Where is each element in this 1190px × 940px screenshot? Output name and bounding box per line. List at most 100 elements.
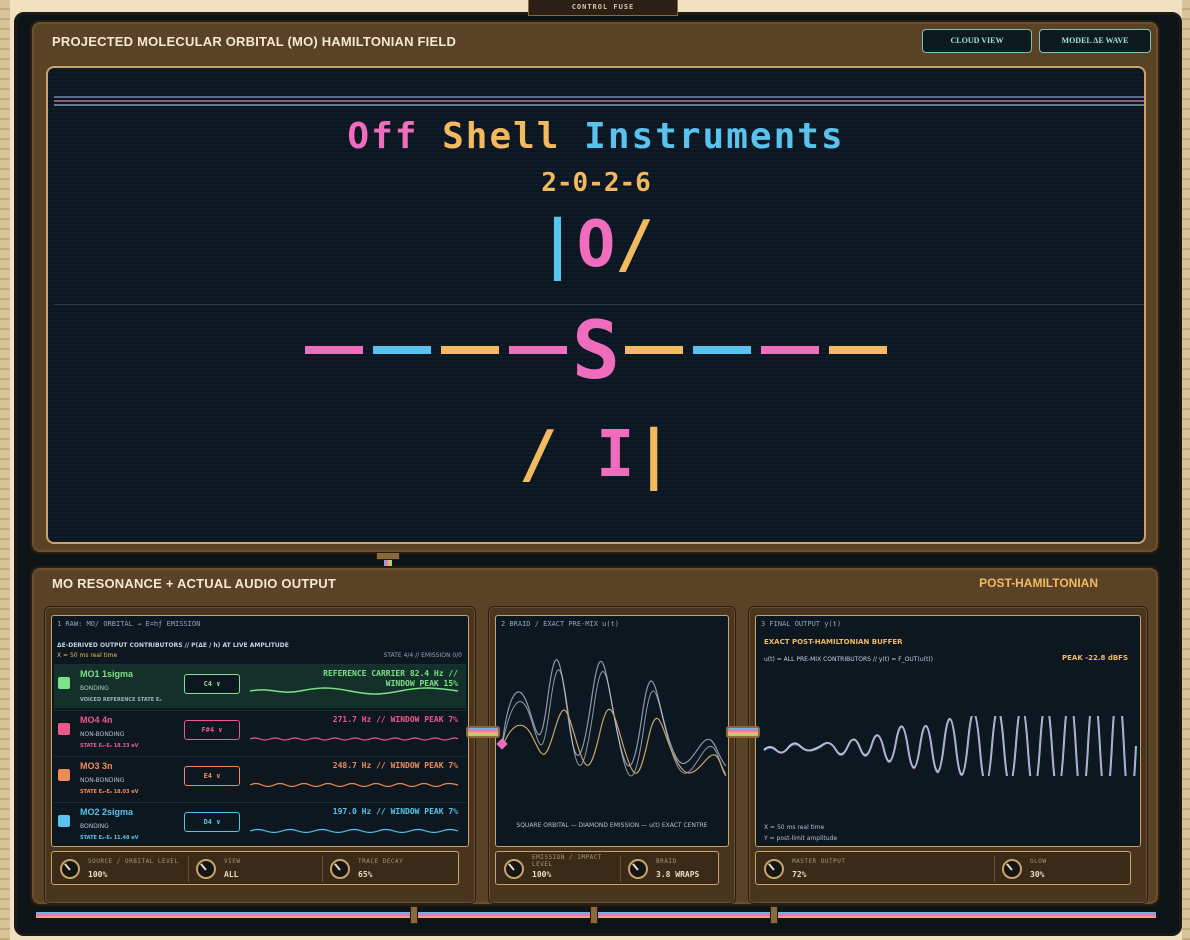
- mo1-info-line1: REFERENCE CARRIER 82.4 Hz //: [323, 669, 458, 678]
- mo2-waveform: [250, 828, 458, 834]
- braid-plot: [496, 659, 727, 777]
- stage-label: POST-HAMILTONIAN: [979, 576, 1098, 590]
- mo3-type: NON-BONDING: [80, 777, 125, 784]
- mo3-name: MO3 3n: [80, 761, 113, 771]
- source-level-knob[interactable]: [60, 859, 80, 879]
- orbital-row-mo3[interactable]: MO3 3n NON-BONDING STATE E₀-E₀ 18.03 eV …: [54, 756, 466, 800]
- mo4-info-line1: 271.7 Hz // WINDOW PEAK 7%: [332, 715, 458, 724]
- view-knob[interactable]: [196, 859, 216, 879]
- emission-level-knob[interactable]: [504, 859, 524, 879]
- logo-letter-s: S: [571, 304, 621, 397]
- dash-6: [693, 346, 752, 355]
- mo2-color-swatch[interactable]: [58, 815, 70, 827]
- mo1-note-select[interactable]: C4 ∨: [184, 674, 240, 694]
- logo-row-top: |O/: [48, 208, 1144, 282]
- output-formula: u(t) = ALL PRE-MIX CONTRIBUTORS // y(t) …: [764, 656, 933, 663]
- brand-word-1: Off: [347, 116, 419, 157]
- panel-title: MO RESONANCE + ACTUAL AUDIO OUTPUT: [52, 576, 337, 591]
- final-output-module: 3 FINAL OUTPUT y(t) EXACT POST-HAMILTONI…: [748, 606, 1148, 904]
- glow-value: 30%: [1030, 870, 1045, 879]
- logo-row-middle: S: [48, 304, 1144, 397]
- mo2-note-select[interactable]: D4 ∨: [184, 812, 240, 832]
- source-level-label: SOURCE / ORBITAL LEVEL: [88, 858, 179, 865]
- mo1-name: MO1 1sigma: [80, 669, 134, 679]
- mo1-info-line2: WINDOW PEAK 15%: [385, 679, 458, 688]
- master-output-value: 72%: [792, 870, 807, 879]
- year-text: 2-0-2-6: [541, 168, 651, 198]
- raw-emission-screen: 1 RAW: MO/ ORBITAL → E=hƒ EMISSION ΔE-DE…: [51, 615, 469, 847]
- dash-2: [372, 346, 431, 355]
- module3-controls: MASTER OUTPUT 72% GLOW 30%: [755, 851, 1131, 885]
- raw-emission-module: 1 RAW: MO/ ORBITAL → E=hƒ EMISSION ΔE-DE…: [44, 606, 476, 904]
- logo-bar-left: |: [538, 208, 577, 282]
- divider: [994, 856, 995, 882]
- mo3-color-swatch[interactable]: [58, 769, 70, 781]
- patch-cable-1-2[interactable]: [466, 726, 500, 738]
- logo-slash-left: /: [518, 418, 558, 492]
- model-delta-e-wave-button[interactable]: MODEL ΔE WAVE: [1039, 29, 1151, 53]
- dash-8: [829, 346, 888, 355]
- logo-letter-i: I: [557, 418, 635, 492]
- braid-premix-module: 2 BRAID / EXACT PRE-MIX u(t) SQUARE ORBI…: [488, 606, 736, 904]
- divider: [188, 856, 189, 882]
- dash-5: [625, 346, 684, 355]
- module-heading: 3 FINAL OUTPUT y(t): [761, 620, 842, 628]
- hamiltonian-field-panel: PROJECTED MOLECULAR ORBITAL (MO) HAMILTO…: [30, 20, 1160, 554]
- rail-clamp: [410, 906, 418, 924]
- mo4-waveform: [250, 737, 458, 741]
- source-level-value: 100%: [88, 870, 108, 879]
- module-heading: 2 BRAID / EXACT PRE-MIX u(t): [501, 620, 620, 628]
- patch-cable-2-3[interactable]: [726, 726, 760, 738]
- contributors-subtitle: ΔE-DERIVED OUTPUT CONTRIBUTORS // P(ΔE /…: [57, 642, 289, 649]
- rail-clamp: [770, 906, 778, 924]
- mo3-note-select[interactable]: E4 ∨: [184, 766, 240, 786]
- trace-decay-value: 65%: [358, 870, 373, 879]
- time-axis-note: X = 50 ms real time: [764, 824, 825, 831]
- mo4-note-select[interactable]: F#4 ∨: [184, 720, 240, 740]
- brand-wordmark: Off Shell Instruments: [48, 116, 1144, 157]
- time-axis-note: X = 50 ms real time: [57, 652, 118, 659]
- rail-clamp: [590, 906, 598, 924]
- braid-label: BRAID: [656, 858, 677, 865]
- mo1-color-swatch[interactable]: [58, 677, 70, 689]
- orbital-row-mo4[interactable]: MO4 4n NON-BONDING STATE E₀-E₀ 18.33 eV …: [54, 710, 466, 754]
- braid-legend: SQUARE ORBITAL — DIAMOND EMISSION — u(t)…: [516, 822, 708, 829]
- orbital-field-display: Off Shell Instruments 2-0-2-6 |O/ S / I|: [46, 66, 1146, 544]
- amplitude-axis-note: Y = post-limit amplitude: [764, 835, 838, 842]
- output-waveform: [763, 716, 1137, 776]
- cloud-view-button[interactable]: CLOUD VIEW: [922, 29, 1032, 53]
- scanline-band: [54, 96, 1144, 108]
- dash-1: [304, 346, 363, 355]
- logo-row-bottom: / I|: [48, 418, 1144, 492]
- mo4-type: NON-BONDING: [80, 731, 125, 738]
- control-fuse-tab[interactable]: CONTROL FUSE: [528, 0, 678, 16]
- braid-screen: 2 BRAID / EXACT PRE-MIX u(t) SQUARE ORBI…: [495, 615, 729, 847]
- mo3-state: STATE E₀-E₀ 18.03 eV: [80, 789, 139, 795]
- view-label: VIEW: [224, 858, 241, 865]
- module2-controls: EMISSION / IMPACT LEVEL 100% BRAID 3.8 W…: [495, 851, 719, 885]
- logo-slash-right: /: [615, 208, 654, 282]
- mo4-info: 271.7 Hz // WINDOW PEAK 7%: [333, 715, 458, 725]
- braid-value: 3.8 WRAPS: [656, 870, 700, 879]
- orbital-row-mo1[interactable]: MO1 1sigma BONDING VOICED REFERENCE STAT…: [54, 664, 466, 708]
- view-value: ALL: [224, 870, 239, 879]
- master-output-knob[interactable]: [764, 859, 784, 879]
- glow-knob[interactable]: [1002, 859, 1022, 879]
- mo4-color-swatch[interactable]: [58, 723, 70, 735]
- mo3-waveform: [250, 782, 458, 788]
- right-rack-rail: [1182, 0, 1190, 940]
- orbital-row-mo2[interactable]: MO2 2sigma BONDING STATE E₀-E₀ 11.48 eV …: [54, 802, 466, 846]
- divider: [620, 856, 621, 882]
- panel-title: PROJECTED MOLECULAR ORBITAL (MO) HAMILTO…: [52, 34, 457, 49]
- mo2-type: BONDING: [80, 823, 109, 830]
- brand-word-2: Shell: [442, 116, 561, 157]
- mo4-name: MO4 4n: [80, 715, 113, 725]
- braid-knob[interactable]: [628, 859, 648, 879]
- trace-decay-label: TRACE DECAY: [358, 858, 404, 865]
- mo3-info-line1: 248.7 Hz // WINDOW PEAK 7%: [332, 761, 458, 770]
- peak-readout: PEAK -22.8 dBFS: [1062, 654, 1128, 662]
- buffer-subtitle: EXACT POST-HAMILTONIAN BUFFER: [764, 638, 903, 646]
- trace-decay-knob[interactable]: [330, 859, 350, 879]
- mo3-info: 248.7 Hz // WINDOW PEAK 7%: [333, 761, 458, 771]
- brand-word-3: Instruments: [584, 116, 845, 157]
